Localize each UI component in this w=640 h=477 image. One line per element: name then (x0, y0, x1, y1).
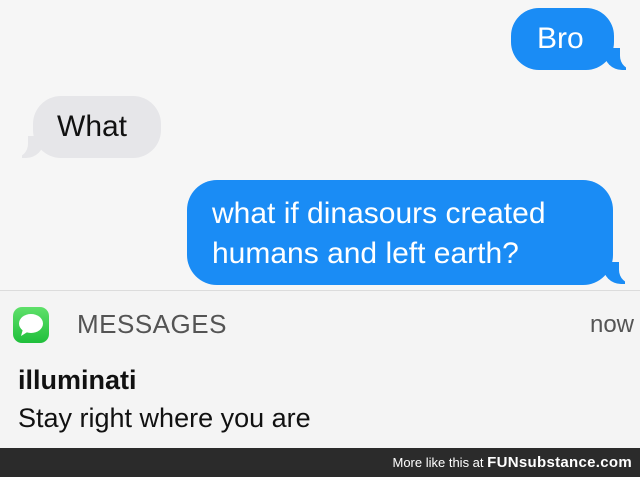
watermark-brand: FUNsubstance.com (487, 454, 632, 471)
watermark-bar: More like this at FUNsubstance.com (0, 448, 640, 477)
bubble-tail (604, 48, 640, 70)
notification-body: Stay right where you are (18, 403, 311, 433)
bubble-tail (603, 262, 639, 284)
notification-sender: illuminati (18, 365, 137, 395)
sent-message-bubble[interactable]: Bro (511, 8, 614, 70)
sent-message-bubble[interactable]: what if dinasours created humans and lef… (187, 180, 613, 285)
message-text: What (57, 110, 128, 143)
message-thread: Bro What what if dinasours created human… (0, 0, 640, 290)
message-notification-banner[interactable]: MESSAGES now illuminati Stay right where… (0, 290, 640, 448)
watermark-prefix: More like this at (392, 455, 484, 470)
speech-bubble-icon (19, 314, 43, 336)
watermark-text[interactable]: More like this at FUNsubstance.com (392, 454, 632, 471)
received-message-bubble[interactable]: What (33, 96, 161, 158)
messages-app-icon (13, 307, 49, 343)
notification-time: now (589, 311, 634, 338)
bubble-tail (8, 136, 44, 158)
message-text-line: humans and left earth? (212, 237, 519, 270)
message-text-line: what if dinasours created (212, 197, 546, 230)
app-name: MESSAGES (77, 309, 227, 339)
message-text: Bro (537, 22, 584, 55)
